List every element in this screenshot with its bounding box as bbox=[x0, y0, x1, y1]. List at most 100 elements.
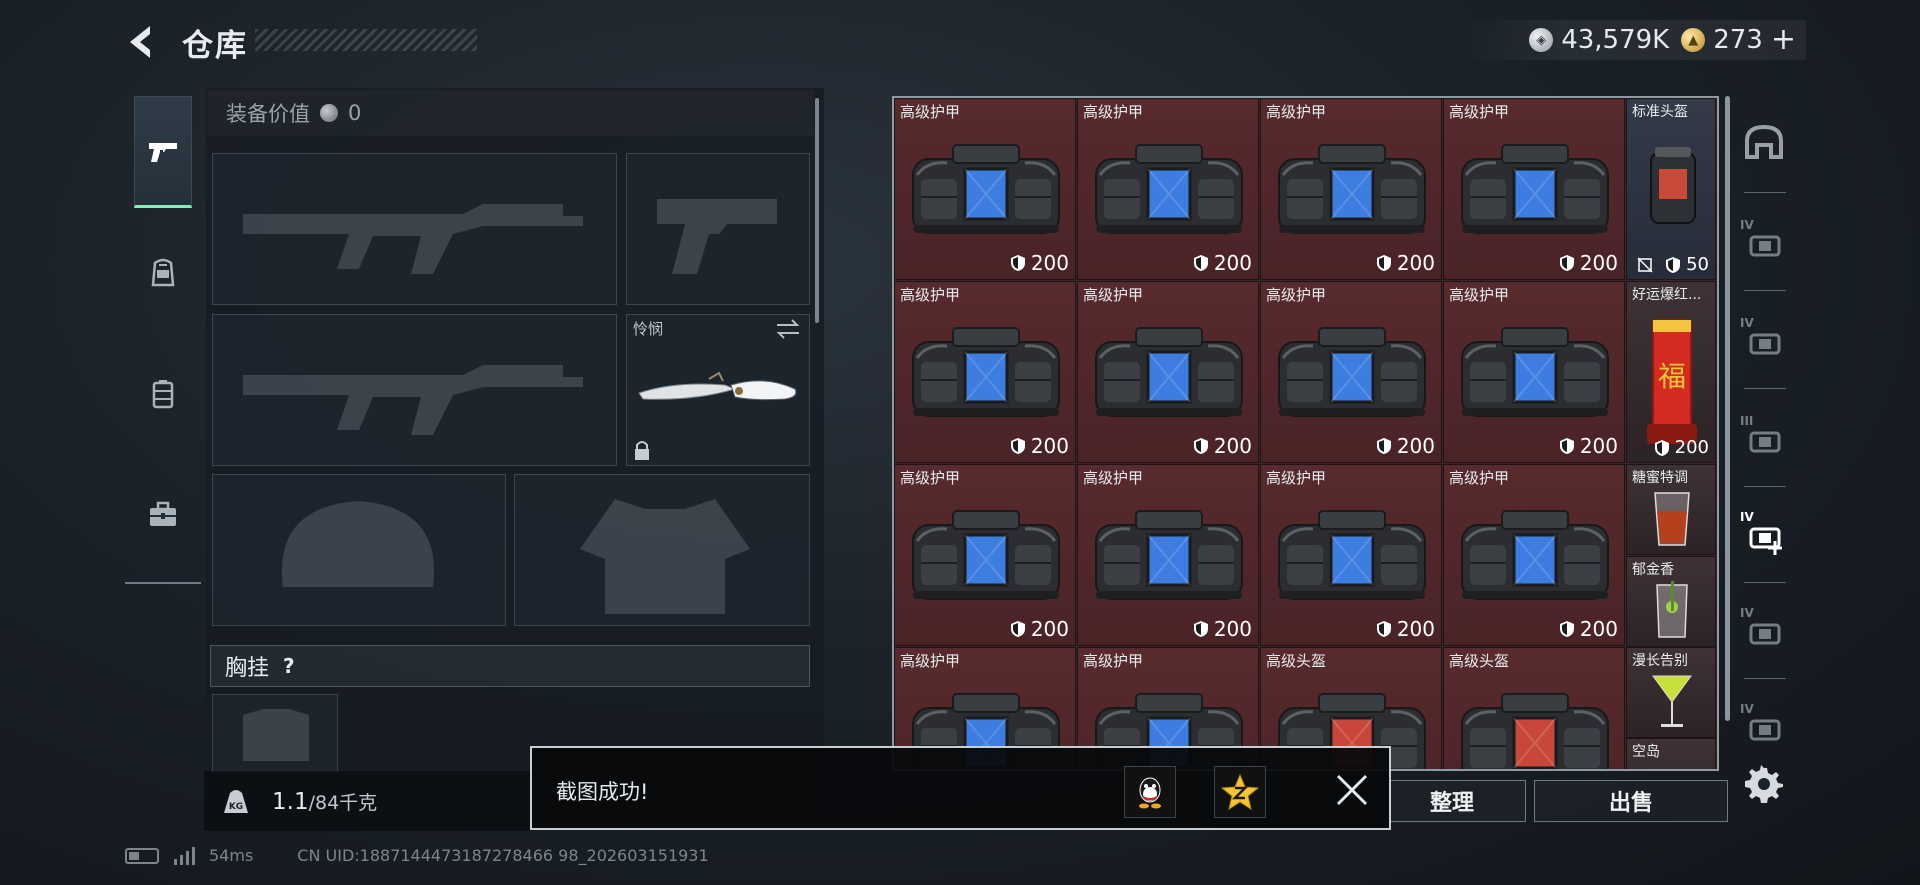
item-name: 高级头盔 bbox=[1449, 652, 1510, 670]
weight-current: 1.1 bbox=[272, 788, 309, 815]
armor-bag-icon bbox=[1461, 327, 1609, 417]
rifle-silhouette-icon bbox=[243, 365, 583, 435]
armor-bag-icon bbox=[1278, 144, 1426, 234]
inventory-item[interactable]: 高级护甲 200 bbox=[1260, 464, 1442, 646]
inventory-item[interactable]: 高级护甲 200 bbox=[894, 281, 1076, 463]
filter-button[interactable]: IV bbox=[1736, 598, 1792, 662]
inventory-item[interactable]: 高级护甲 200 bbox=[894, 98, 1076, 280]
inventory-item[interactable]: 高级护甲 200 bbox=[1077, 98, 1259, 280]
inventory-item[interactable]: 高级护甲 200 bbox=[1260, 281, 1442, 463]
close-icon[interactable] bbox=[1332, 770, 1372, 810]
durability-value: 200 bbox=[1030, 434, 1069, 458]
firecracker-icon: 福 bbox=[1647, 319, 1697, 444]
inventory-item[interactable]: 高级护甲 200 bbox=[1443, 464, 1625, 646]
sell-button[interactable]: 出售 bbox=[1534, 780, 1728, 822]
inventory-item[interactable]: 好运爆红... 福 200 bbox=[1626, 281, 1716, 463]
inventory-item[interactable]: 空岛 bbox=[1626, 738, 1716, 769]
filter-separator bbox=[1744, 486, 1786, 487]
page-title: 仓库 bbox=[182, 28, 248, 64]
filter-button[interactable]: IV bbox=[1736, 308, 1792, 372]
category-tabs bbox=[125, 88, 201, 583]
inventory-item[interactable]: 郁金香 bbox=[1626, 556, 1716, 647]
back-arrow-icon[interactable] bbox=[120, 20, 164, 64]
filter-button[interactable] bbox=[1736, 112, 1792, 176]
armor-bag-icon bbox=[912, 510, 1060, 600]
durability-value: 50 bbox=[1686, 254, 1709, 275]
armor-bag-icon bbox=[912, 327, 1060, 417]
item-name: 高级护甲 bbox=[900, 469, 961, 487]
inventory-item[interactable]: 高级头盔 bbox=[1443, 647, 1625, 769]
shield-icon bbox=[1376, 621, 1391, 637]
inventory-item[interactable]: 高级护甲 200 bbox=[1077, 464, 1259, 646]
armor-bag-icon bbox=[1095, 327, 1243, 417]
inventory-item[interactable]: 高级护甲 200 bbox=[1443, 98, 1625, 280]
inventory-grid: 高级护甲 200 高级护甲 200 高级护甲 200 高级护甲 200 高级护甲… bbox=[892, 96, 1719, 771]
helmet-silhouette-icon bbox=[281, 501, 435, 587]
shield-icon bbox=[1010, 438, 1025, 454]
qq-share-icon bbox=[1139, 777, 1161, 809]
tab-toolbox[interactable] bbox=[134, 458, 192, 570]
filter-tier: III bbox=[1740, 414, 1754, 428]
inventory-item[interactable]: 高级护甲 200 bbox=[1077, 281, 1259, 463]
armor-slot[interactable] bbox=[514, 474, 810, 626]
filter-button[interactable]: IV bbox=[1736, 694, 1792, 758]
equipment-value-label: 装备价值 bbox=[226, 102, 310, 126]
item-durability: 200 bbox=[1559, 251, 1618, 275]
helmet-slot[interactable] bbox=[212, 474, 506, 626]
weight-kg-icon: KG bbox=[224, 790, 248, 813]
help-icon[interactable]: ? bbox=[283, 654, 295, 678]
swap-icon[interactable] bbox=[775, 319, 801, 339]
filter-button[interactable]: III bbox=[1736, 406, 1792, 470]
shield-icon bbox=[1559, 255, 1574, 271]
tab-backpack[interactable] bbox=[134, 216, 192, 328]
melee-slot[interactable]: 怜悯 bbox=[626, 314, 810, 466]
inventory-item[interactable]: 漫长告别 bbox=[1626, 647, 1716, 738]
durability-value: 200 bbox=[1579, 617, 1618, 641]
add-currency-button[interactable]: + bbox=[1771, 25, 1796, 55]
item-durability: 200 bbox=[1010, 434, 1069, 458]
inventory-item[interactable]: 高级护甲 200 bbox=[1443, 281, 1625, 463]
filter-tier: IV bbox=[1740, 606, 1754, 620]
primary-weapon-slot[interactable] bbox=[212, 153, 617, 305]
inventory-item[interactable]: 高级护甲 200 bbox=[894, 464, 1076, 646]
durability-value: 200 bbox=[1396, 251, 1435, 275]
armor-bag-icon bbox=[1461, 510, 1609, 600]
sort-button[interactable]: 整理 bbox=[1378, 780, 1526, 822]
qq-share-button[interactable] bbox=[1124, 766, 1176, 818]
rig-silhouette-icon bbox=[243, 709, 309, 761]
tab-weapons[interactable] bbox=[134, 96, 192, 208]
filter-tier: IV bbox=[1740, 510, 1754, 524]
uid-text: CN UID:1887144473187278466 98_2026031519… bbox=[297, 846, 709, 865]
item-name: 高级护甲 bbox=[1083, 652, 1144, 670]
toolbox-icon bbox=[150, 501, 176, 526]
inventory-item[interactable]: 糖蜜特调 bbox=[1626, 464, 1716, 555]
item-name: 标准头盔 bbox=[1632, 104, 1688, 120]
inventory-item[interactable]: 高级护甲 200 bbox=[1260, 98, 1442, 280]
inventory-scrollbar[interactable] bbox=[1725, 96, 1730, 721]
item-durability: 200 bbox=[1193, 434, 1252, 458]
filter-separator bbox=[1744, 388, 1786, 389]
shield-icon bbox=[1376, 438, 1391, 454]
shield-icon bbox=[1376, 255, 1391, 271]
secondary-weapon-slot[interactable] bbox=[212, 314, 617, 466]
vest-silhouette-icon bbox=[580, 499, 750, 614]
tab-container[interactable] bbox=[134, 338, 192, 450]
lock-icon bbox=[635, 441, 649, 460]
sidearm-slot[interactable] bbox=[626, 153, 810, 305]
helmet-filter-icon bbox=[1745, 124, 1783, 159]
equipment-scrollbar[interactable] bbox=[815, 98, 819, 323]
durability-value: 200 bbox=[1213, 434, 1252, 458]
qzone-share-button[interactable] bbox=[1214, 766, 1266, 818]
filter-tier: IV bbox=[1740, 218, 1754, 232]
shield-icon bbox=[1010, 621, 1025, 637]
settings-gear-icon[interactable] bbox=[1744, 764, 1784, 804]
item-durability: 200 bbox=[1010, 251, 1069, 275]
chest-rig-slot[interactable] bbox=[212, 694, 338, 772]
qzone-share-icon bbox=[1221, 773, 1259, 811]
durability-value: 200 bbox=[1674, 437, 1709, 458]
drink-icon bbox=[1656, 581, 1688, 638]
inventory-item[interactable]: 标准头盔 50 bbox=[1626, 98, 1716, 280]
filter-button[interactable]: IV bbox=[1736, 502, 1792, 566]
durability-value: 200 bbox=[1579, 434, 1618, 458]
filter-button[interactable]: IV bbox=[1736, 210, 1792, 274]
